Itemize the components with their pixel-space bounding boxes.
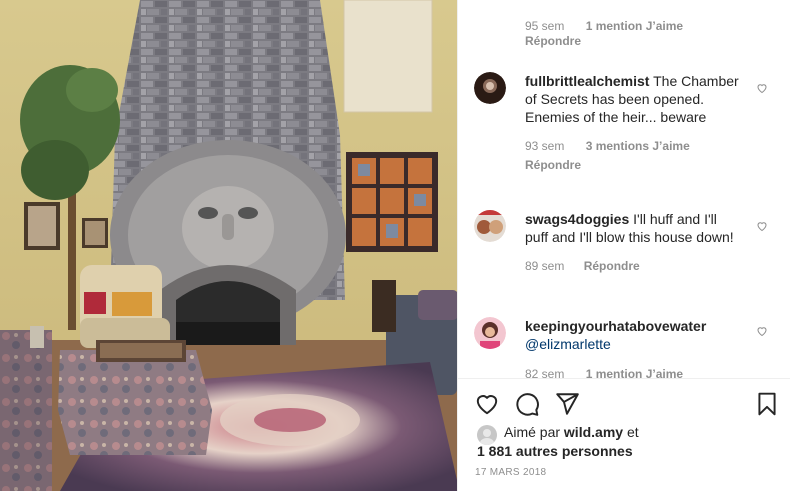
- comment-username[interactable]: keepingyourhatabovewater: [525, 318, 706, 334]
- liked-by-prefix: Aimé par: [504, 424, 561, 440]
- comment-time[interactable]: 93 sem: [525, 139, 564, 153]
- reply-button[interactable]: Répondre: [525, 34, 683, 48]
- comments-list[interactable]: 95 sem 1 mention J’aime Répondre fullbri…: [458, 0, 790, 378]
- comment-time[interactable]: 89 sem: [525, 259, 564, 273]
- post-side-panel: 95 sem 1 mention J’aime Répondre fullbri…: [457, 0, 790, 491]
- reply-button[interactable]: Répondre: [584, 259, 640, 273]
- post-photo[interactable]: [0, 0, 457, 491]
- avatar[interactable]: [474, 72, 506, 104]
- like-comment-heart-icon[interactable]: [756, 220, 768, 232]
- avatar[interactable]: [474, 210, 506, 242]
- comment-username[interactable]: swags4doggies: [525, 211, 629, 227]
- liked-by-others-link[interactable]: 1 881 autres personnes: [477, 443, 633, 459]
- liked-by-user-link[interactable]: wild.amy: [564, 424, 623, 440]
- comment-body: fullbrittlealchemist The Chamber of Secr…: [525, 72, 741, 174]
- avatar[interactable]: [474, 317, 506, 349]
- liked-by-conjunction: et: [626, 424, 639, 440]
- comment-meta: 82 sem 1 mention J’aime: [525, 365, 741, 378]
- comment-meta: 89 sem Répondre: [525, 257, 741, 275]
- paper-plane-icon[interactable]: [554, 391, 580, 417]
- comment-likes-count[interactable]: 3 mentions J’aime: [586, 139, 690, 153]
- comment-mention-link[interactable]: @elizmarlette: [525, 336, 611, 352]
- post-date[interactable]: 17 MARS 2018: [475, 467, 546, 478]
- previous-comment-meta: 95 sem 1 mention J’aime Répondre: [525, 19, 683, 48]
- like-comment-heart-icon[interactable]: [756, 82, 768, 94]
- like-comment-heart-icon[interactable]: [756, 325, 768, 337]
- comment-username[interactable]: fullbrittlealchemist: [525, 73, 649, 89]
- comment-meta: 93 sem 3 mentions J’aime: [525, 137, 741, 155]
- comment-body: swags4doggies I'll huff and I'll puff an…: [525, 210, 741, 275]
- comment-time[interactable]: 95 sem: [525, 19, 564, 33]
- bookmark-icon[interactable]: [754, 391, 780, 417]
- fireplace-photo-illustration: [0, 0, 457, 491]
- comment-likes-count[interactable]: 1 mention J’aime: [586, 19, 683, 33]
- comment-time[interactable]: 82 sem: [525, 367, 564, 378]
- comment-likes-count[interactable]: 1 mention J’aime: [586, 367, 683, 378]
- comment-body: keepingyourhatabovewater @elizmarlette 8…: [525, 317, 741, 378]
- comment-icon[interactable]: [514, 391, 540, 417]
- heart-icon[interactable]: [474, 391, 500, 417]
- post-actions: Aimé par wild.amy et 1 881 autres person…: [458, 378, 790, 491]
- reply-button[interactable]: Répondre: [525, 156, 741, 174]
